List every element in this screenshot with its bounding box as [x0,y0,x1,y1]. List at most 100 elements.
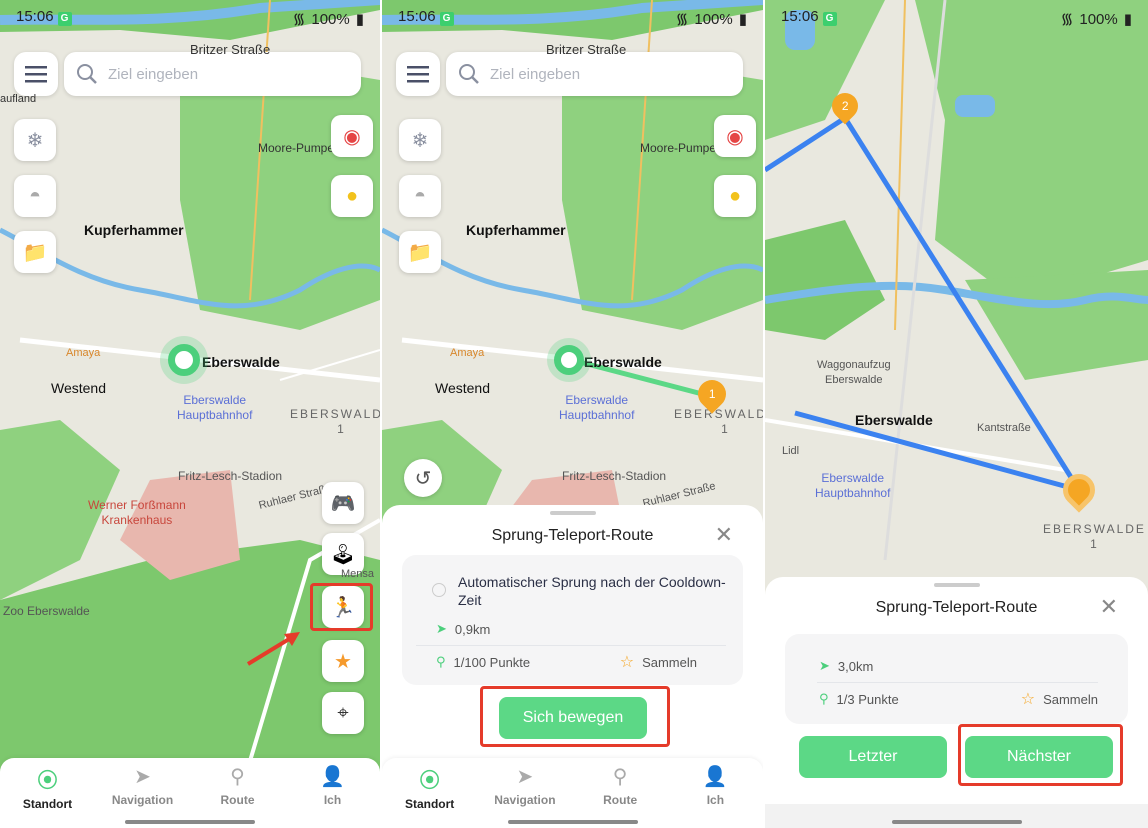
favorites-button[interactable]: ★ [322,640,364,682]
route-info-card: ➤ 3,0km ⚲ 1/3 Punkte ☆ Sammeln [785,634,1128,724]
auto-jump-option[interactable]: Automatischer Sprung nach der Cooldown-Z… [432,573,727,609]
pokeball-red-button[interactable]: ◉ [714,115,756,157]
snowflake-icon: ❄ [26,129,44,152]
map-label: Lidl [782,445,800,457]
tab-ich[interactable]: 👤 Ich [668,758,763,828]
tab-route[interactable]: ⚲ Route [573,758,668,828]
navigation-arrow-icon: ➤ [819,658,830,673]
clock: 15:06 [398,8,436,25]
map-label: Fritz-Lesch-Stadion [562,469,667,483]
recenter-button[interactable]: ⌖ [322,692,364,734]
tab-standort[interactable]: ⦿ Standort [0,758,95,828]
wifi-icon: ᯾ [675,11,689,28]
sheet-title: Sprung-Teleport-Route [875,599,1038,616]
map-label: EBERSWALDE [290,407,380,421]
search-icon [459,64,479,84]
tab-standort[interactable]: ⦿ Standort [382,758,477,828]
map-label: Britzer Straße [190,42,271,57]
freeze-button[interactable]: ❄ [14,119,56,161]
app-notification-icon: G [57,12,72,26]
status-bar: 15:06 G ᯾ 100% ▮ [382,8,763,30]
tab-route[interactable]: ⚲ Route [190,758,285,828]
app-notification-icon: G [822,12,837,26]
map-label: 1 [337,422,346,436]
sheet-title: Sprung-Teleport-Route [491,527,654,544]
tab-ich[interactable]: 👤 Ich [285,758,380,828]
wifi-icon: ᯾ [1060,11,1074,28]
map-label: Eberswalde [825,374,883,386]
undo-button[interactable]: ↺ [404,459,442,497]
screen-jump-route-next: 15:06 G ᯾ 100% ▮ 2 Waggonaufzug Eberswalde Eb… [765,0,1148,828]
radio-button[interactable] [432,583,446,597]
tab-navigation[interactable]: ➤ Navigation [95,758,190,828]
route-points-icon: ⚲ [819,691,829,706]
menu-button[interactable] [396,52,440,96]
distance-value: 0,9km [454,621,491,637]
map-label: Britzer Straße [546,42,627,57]
tab-label: Navigation [111,793,174,807]
home-indicator [891,820,1022,824]
sheet-handle[interactable] [933,583,980,587]
freeze-button[interactable]: ❄ [399,119,441,161]
search-bar[interactable] [64,52,361,96]
map-label: Amaya [450,347,485,359]
pokeball-red-icon: ◉ [343,125,361,148]
map-label: Eberswalde [183,393,247,407]
previous-button[interactable]: Letzter [799,736,947,778]
bottom-strip [765,804,1148,828]
sheet-handle[interactable] [549,511,596,515]
battery-level: 100% [311,10,350,28]
tab-label: Standort [22,797,73,811]
collect-label: Sammeln [642,654,697,670]
map-label: Krankenhaus [101,513,173,527]
map-label-district: EBERSWALDE1 [290,407,380,437]
map-label: aufland [0,93,37,105]
location-pin-icon: ⦿ [37,770,58,792]
route-points-icon: ⚲ [436,654,446,669]
search-input[interactable] [490,65,710,83]
map-label-hbf: Eberswalde Hauptbahnhof [815,471,890,501]
navigation-arrow-icon: ➤ [134,766,151,788]
import-button[interactable]: 📁 [14,231,56,273]
pokeball-red-button[interactable]: ◉ [331,115,373,157]
battery-icon: ▮ [355,11,364,28]
coin-button[interactable]: ● [714,175,756,217]
status-bar: 15:06 G ᯾ 100% ▮ [765,8,1148,30]
gamepad-icon: 🎮 [330,492,356,515]
tab-label: Standort [404,797,455,811]
tab-label: Navigation [494,793,556,807]
search-bar[interactable] [446,52,743,96]
map-label: Zoo Eberswalde [3,604,90,618]
search-input[interactable] [108,65,328,83]
current-location-marker[interactable] [554,345,584,375]
coin-button[interactable]: ● [331,175,373,217]
collect-button[interactable]: ☆ Sammeln [620,652,697,672]
import-button[interactable]: 📁 [399,231,441,273]
pokeball-gray-button[interactable]: ◓ [14,175,56,217]
tab-navigation[interactable]: ➤ Navigation [477,758,572,828]
star-badge-icon: ★ [334,650,352,673]
collect-button[interactable]: ☆ Sammeln [1021,689,1098,709]
pointer-arrow-icon [246,632,300,666]
map-label: Westend [51,380,106,396]
current-location-marker[interactable] [168,344,200,376]
map-label: Eberswalde [584,354,662,370]
map-label: Hauptbahnhof [559,408,635,422]
folder-icon: 📁 [407,241,433,264]
crosshair-icon: ⌖ [337,701,349,724]
jump-route-sheet: Sprung-Teleport-Route ✕ ➤ 3,0km ⚲ 1/3 Punk… [765,577,1148,828]
pokeball-icon: ◓ [413,184,427,207]
close-icon[interactable]: ✕ [715,524,733,546]
map-label: Westend [435,380,490,396]
map-label: Kupferhammer [84,222,184,238]
screen-jump-route-start: 15:06G᯾100%▮ Britzer Straße Moore-Pumpe … [382,0,763,828]
battery-level: 100% [694,10,733,28]
menu-button[interactable] [14,52,58,96]
star-outline-icon: ☆ [1020,691,1036,708]
close-icon[interactable]: ✕ [1100,596,1118,618]
snowflake-icon: ❄ [411,129,429,152]
bottom-tab-bar: ⦿ Standort ➤ Navigation ⚲ Route 👤 Ich [382,758,763,828]
hamburger-icon [407,66,429,83]
pokeball-gray-button[interactable]: ◓ [399,175,441,217]
gamepad-button[interactable]: 🎮 [322,482,364,524]
